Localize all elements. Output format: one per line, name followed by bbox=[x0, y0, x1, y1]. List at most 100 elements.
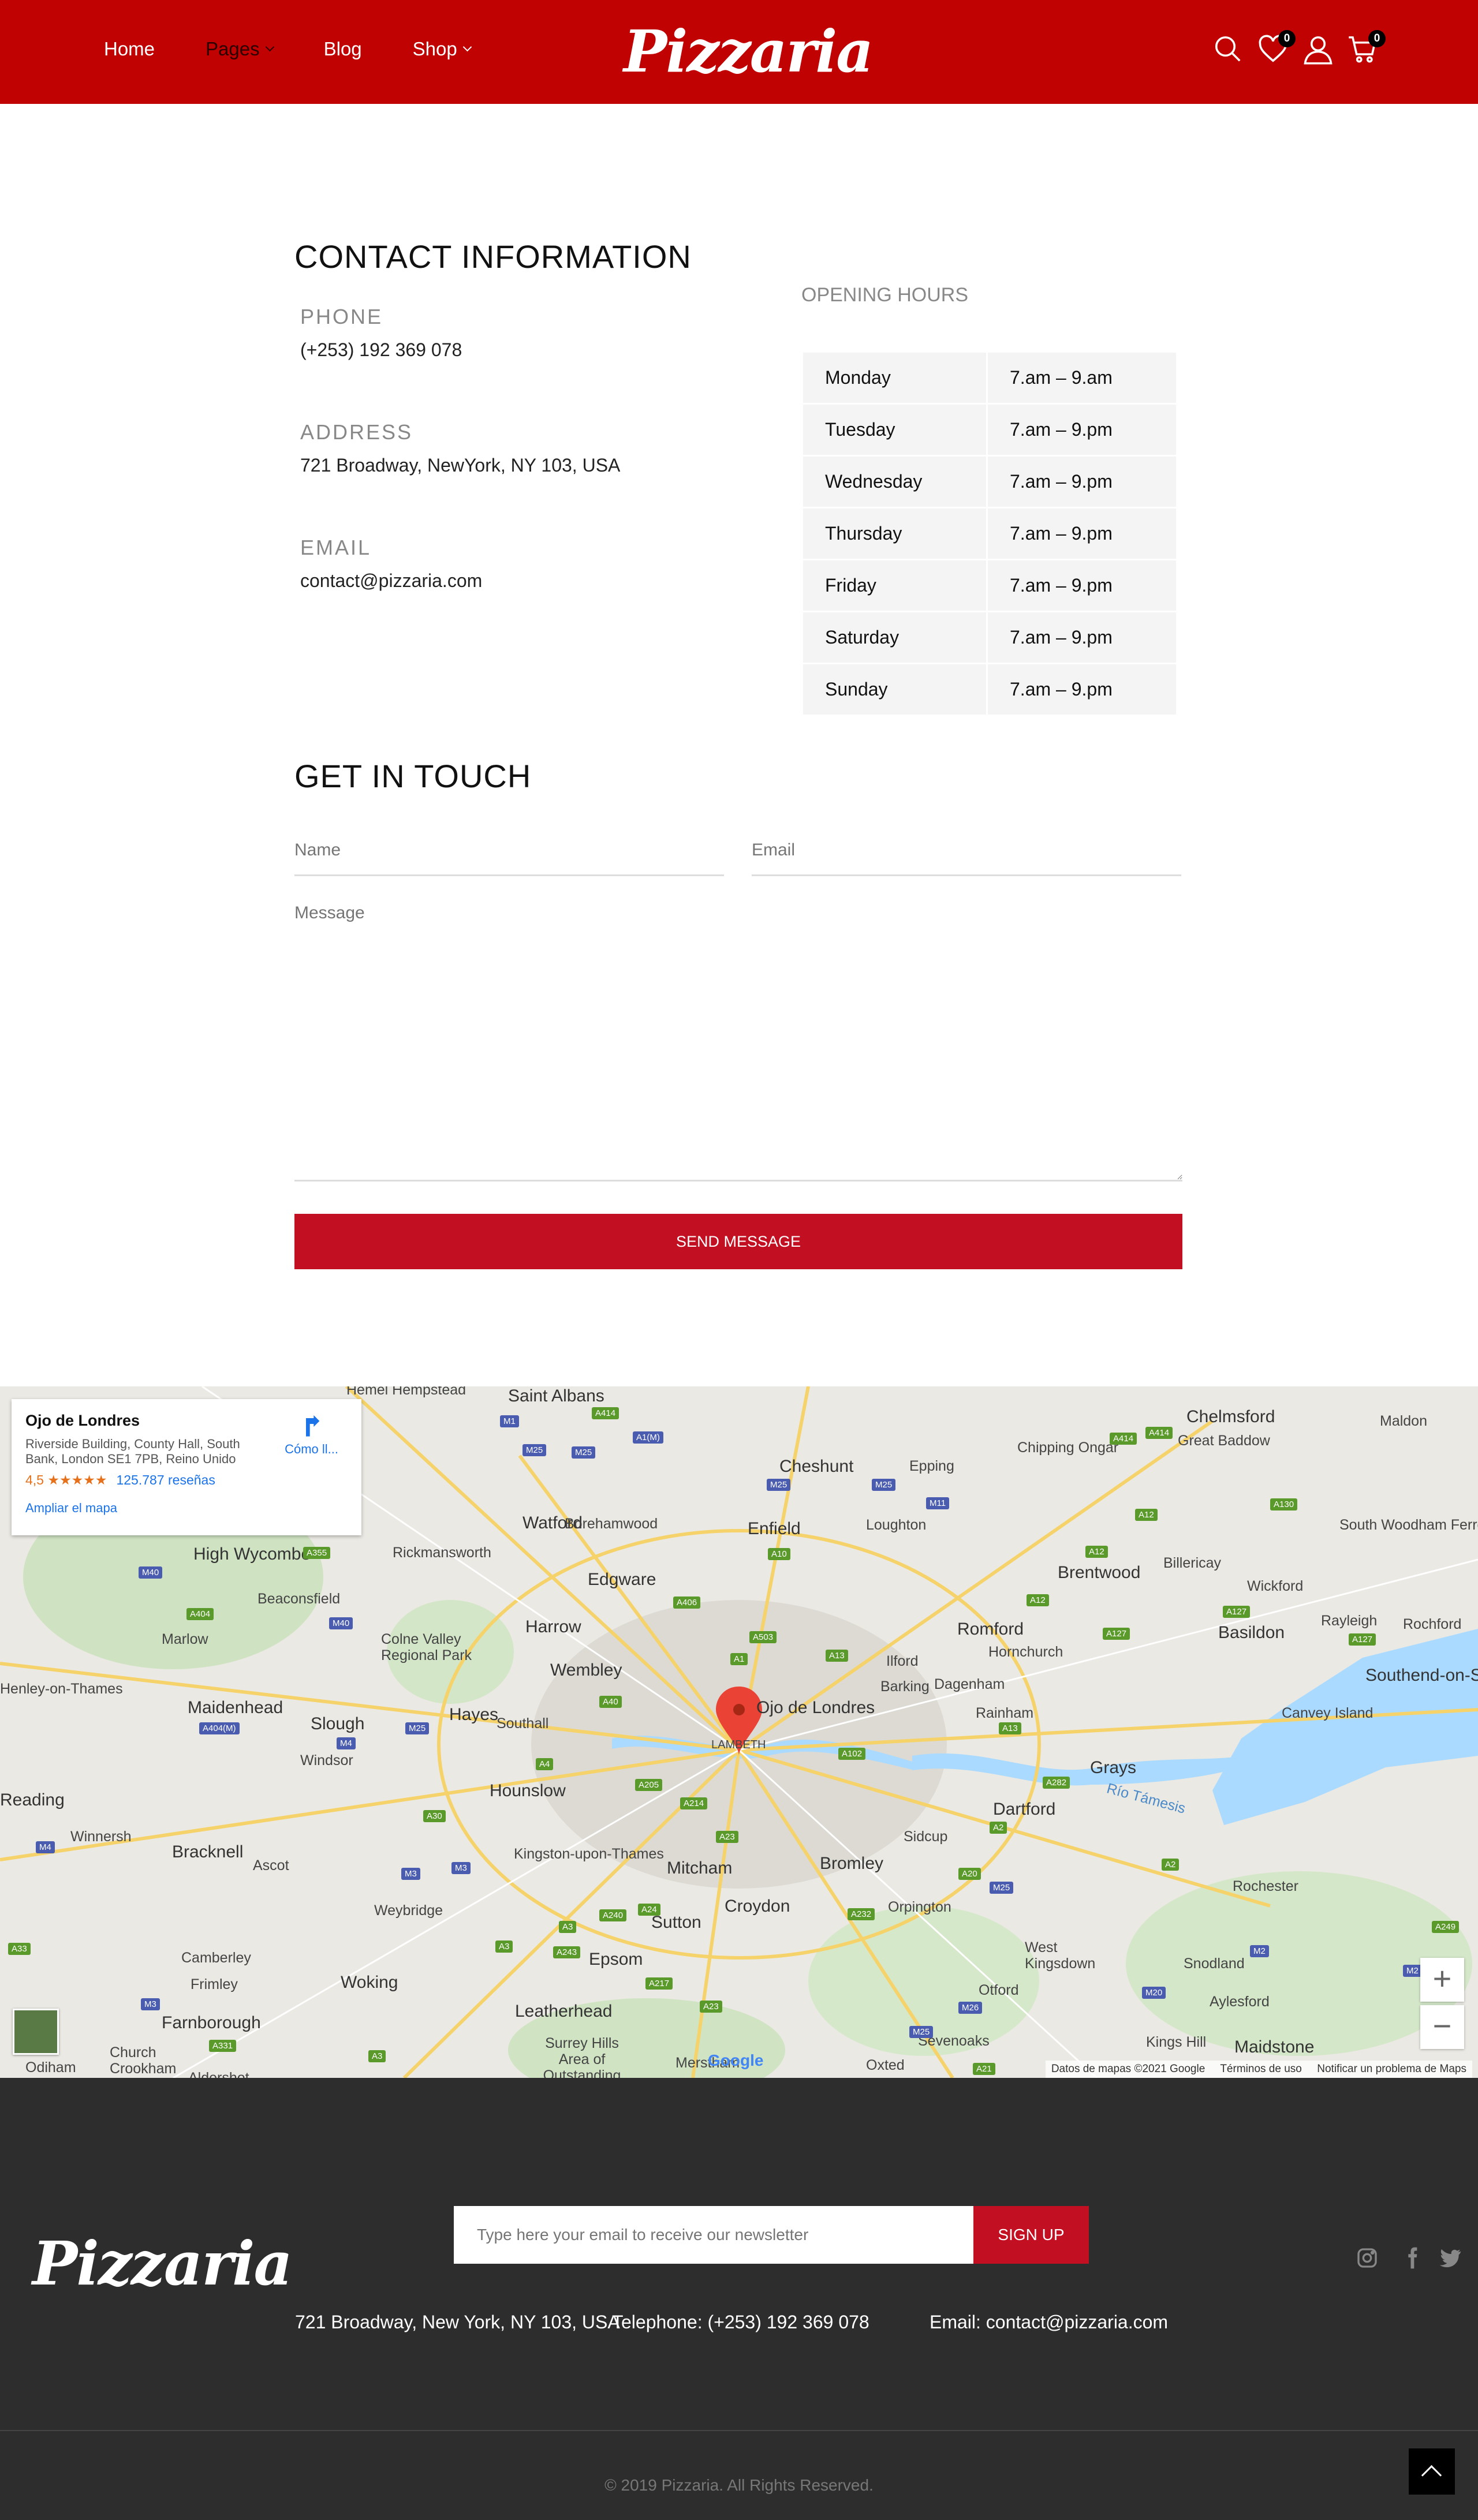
day-cell: Friday bbox=[801, 559, 988, 612]
map-place: South Woodham Ferrers bbox=[1339, 1517, 1478, 1533]
map-place: High Wycombe bbox=[193, 1545, 311, 1564]
road-sign: M25 bbox=[990, 1882, 1014, 1894]
map-place: Snodland bbox=[1184, 1956, 1245, 1972]
map-place: Bromley bbox=[820, 1854, 884, 1873]
send-message-button[interactable]: SEND MESSAGE bbox=[294, 1214, 1182, 1269]
nav-pages[interactable]: Pages bbox=[206, 38, 274, 60]
road-sign: A102 bbox=[838, 1748, 866, 1760]
road-sign: A127 bbox=[1349, 1633, 1376, 1646]
footer-logo[interactable]: Pizzaria bbox=[32, 2228, 293, 2299]
directions-button[interactable]: Cómo ll... bbox=[285, 1415, 338, 1457]
map-place: Billericay bbox=[1163, 1555, 1222, 1571]
cart-count-badge: 0 bbox=[1368, 30, 1386, 47]
map-place: Marlow bbox=[162, 1631, 208, 1647]
message-textarea[interactable] bbox=[294, 898, 1182, 1182]
map-place: Loughton bbox=[866, 1517, 927, 1533]
map-place: Orpington bbox=[888, 1899, 951, 1915]
road-sign: A217 bbox=[645, 1977, 673, 1990]
search-button[interactable] bbox=[1212, 33, 1247, 68]
newsletter-email-input[interactable] bbox=[454, 2206, 973, 2264]
email-input[interactable] bbox=[752, 825, 1181, 876]
map-attribution: Datos de mapas ©2021 Google Términos de … bbox=[1045, 2061, 1472, 2078]
road-sign: A1(M) bbox=[633, 1431, 663, 1444]
road-sign: M40 bbox=[329, 1617, 353, 1629]
road-sign: A30 bbox=[423, 1810, 446, 1822]
cart-button[interactable]: 0 bbox=[1348, 30, 1386, 68]
road-sign: M2 bbox=[1250, 1945, 1269, 1957]
map-data-credit: Datos de mapas ©2021 Google bbox=[1051, 2063, 1205, 2075]
nav-shop[interactable]: Shop bbox=[413, 38, 472, 60]
site-logo[interactable]: Pizzaria bbox=[624, 17, 874, 85]
footer-address: 721 Broadway, New York, NY 103, USA bbox=[295, 2312, 620, 2332]
road-sign: A232 bbox=[848, 1908, 875, 1920]
name-input[interactable] bbox=[294, 825, 724, 876]
map-place: Wickford bbox=[1247, 1578, 1304, 1594]
instagram-link[interactable] bbox=[1356, 2246, 1379, 2272]
map-place: Maldon bbox=[1380, 1413, 1427, 1429]
map-report-link[interactable]: Notificar un problema de Maps bbox=[1317, 2063, 1466, 2075]
map-place: Wembley bbox=[550, 1661, 622, 1680]
site-header: Home Pages Blog Shop Pizzaria 0 0 bbox=[0, 0, 1478, 104]
road-sign: A331 bbox=[209, 2040, 237, 2052]
reviews-link[interactable]: 125.787 reseñas bbox=[116, 1472, 215, 1487]
zoom-in-button[interactable]: + bbox=[1420, 1958, 1464, 2002]
map-place: Rochester bbox=[1233, 1878, 1298, 1894]
nav-home[interactable]: Home bbox=[104, 38, 155, 60]
time-cell: 7.am – 9.pm bbox=[986, 455, 1178, 509]
map-place: Mitcham bbox=[667, 1859, 733, 1878]
map-place: Otford bbox=[979, 1982, 1019, 1998]
road-sign: M11 bbox=[926, 1497, 950, 1509]
table-row: Monday 7.am – 9.am bbox=[801, 351, 1178, 405]
google-map[interactable]: Ojo de Londres Hemel Hempstead Saint Alb… bbox=[0, 1386, 1478, 2078]
road-sign: A21 bbox=[973, 2063, 995, 2075]
road-sign: A414 bbox=[1145, 1427, 1173, 1439]
time-cell: 7.am – 9.pm bbox=[986, 507, 1178, 560]
wishlist-button[interactable]: 0 bbox=[1257, 30, 1296, 68]
map-place: Basildon bbox=[1218, 1623, 1285, 1642]
account-button[interactable] bbox=[1302, 33, 1337, 68]
facebook-icon bbox=[1408, 2247, 1417, 2269]
rating-stars: 4,5 ★★★★★ bbox=[25, 1472, 107, 1487]
twitter-link[interactable] bbox=[1439, 2246, 1462, 2272]
nav-blog[interactable]: Blog bbox=[324, 38, 362, 60]
back-to-top-button[interactable] bbox=[1409, 2448, 1455, 2495]
map-place: Dagenham bbox=[934, 1676, 1005, 1692]
map-place: Hayes bbox=[449, 1705, 499, 1724]
contact-info-title: CONTACT INFORMATION bbox=[294, 238, 692, 275]
signup-button[interactable]: SIGN UP bbox=[973, 2206, 1089, 2264]
map-place: Romford bbox=[957, 1620, 1024, 1639]
map-place: Borehamwood bbox=[565, 1516, 658, 1532]
satellite-toggle[interactable] bbox=[13, 2009, 59, 2055]
map-place: Saint Albans bbox=[508, 1386, 604, 1405]
map-place: Cheshunt bbox=[779, 1457, 854, 1476]
road-sign: A40 bbox=[599, 1696, 622, 1708]
enlarge-map-link[interactable]: Ampliar el mapa bbox=[25, 1501, 348, 1516]
road-sign: A4 bbox=[536, 1758, 554, 1770]
zoom-out-button[interactable]: − bbox=[1420, 2005, 1464, 2049]
road-sign: A23 bbox=[700, 2001, 722, 2013]
facebook-link[interactable] bbox=[1401, 2246, 1424, 2272]
wishlist-count-badge: 0 bbox=[1278, 30, 1296, 47]
map-place: Rickmansworth bbox=[393, 1545, 491, 1561]
map-place: Epping bbox=[909, 1458, 954, 1474]
road-sign: A3 bbox=[559, 1921, 577, 1933]
map-place-card: Ojo de Londres Riverside Building, Count… bbox=[12, 1399, 361, 1535]
instagram-icon bbox=[1357, 2248, 1377, 2268]
map-terms-link[interactable]: Términos de uso bbox=[1220, 2063, 1302, 2075]
road-sign: M40 bbox=[139, 1566, 163, 1579]
road-sign: A1 bbox=[730, 1653, 748, 1665]
road-sign: M20 bbox=[1142, 1987, 1166, 1999]
map-place: Ascot bbox=[253, 1857, 289, 1874]
road-sign: A249 bbox=[1432, 1921, 1460, 1933]
road-sign: A3 bbox=[368, 2050, 386, 2062]
nav-pages-label: Pages bbox=[206, 38, 260, 59]
get-in-touch-title: GET IN TOUCH bbox=[294, 758, 532, 794]
time-cell: 7.am – 9.pm bbox=[986, 559, 1178, 612]
road-sign: A33 bbox=[8, 1943, 31, 1955]
map-place: Bracknell bbox=[172, 1842, 244, 1861]
place-rating: 4,5 ★★★★★ 125.787 reseñas bbox=[25, 1472, 348, 1488]
map-place: Windsor bbox=[300, 1752, 353, 1769]
time-cell: 7.am – 9.pm bbox=[986, 663, 1178, 716]
map-place: Ilford bbox=[886, 1653, 919, 1669]
map-place: Beaconsfield bbox=[257, 1591, 341, 1607]
